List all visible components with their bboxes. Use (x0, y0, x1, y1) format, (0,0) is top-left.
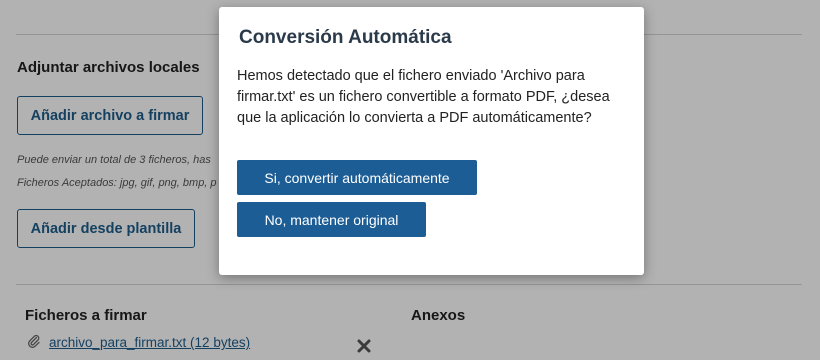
page: Adjuntar archivos locales Añadir archivo… (0, 0, 820, 360)
keep-original-button[interactable]: No, mantener original (237, 202, 426, 237)
conversion-dialog: Conversión Automática Hemos detectado qu… (219, 7, 644, 275)
dialog-message: Hemos detectado que el fichero enviado '… (237, 68, 610, 126)
convert-automatically-button[interactable]: Si, convertir automáticamente (237, 160, 477, 195)
dialog-title: Conversión Automática (239, 27, 452, 48)
